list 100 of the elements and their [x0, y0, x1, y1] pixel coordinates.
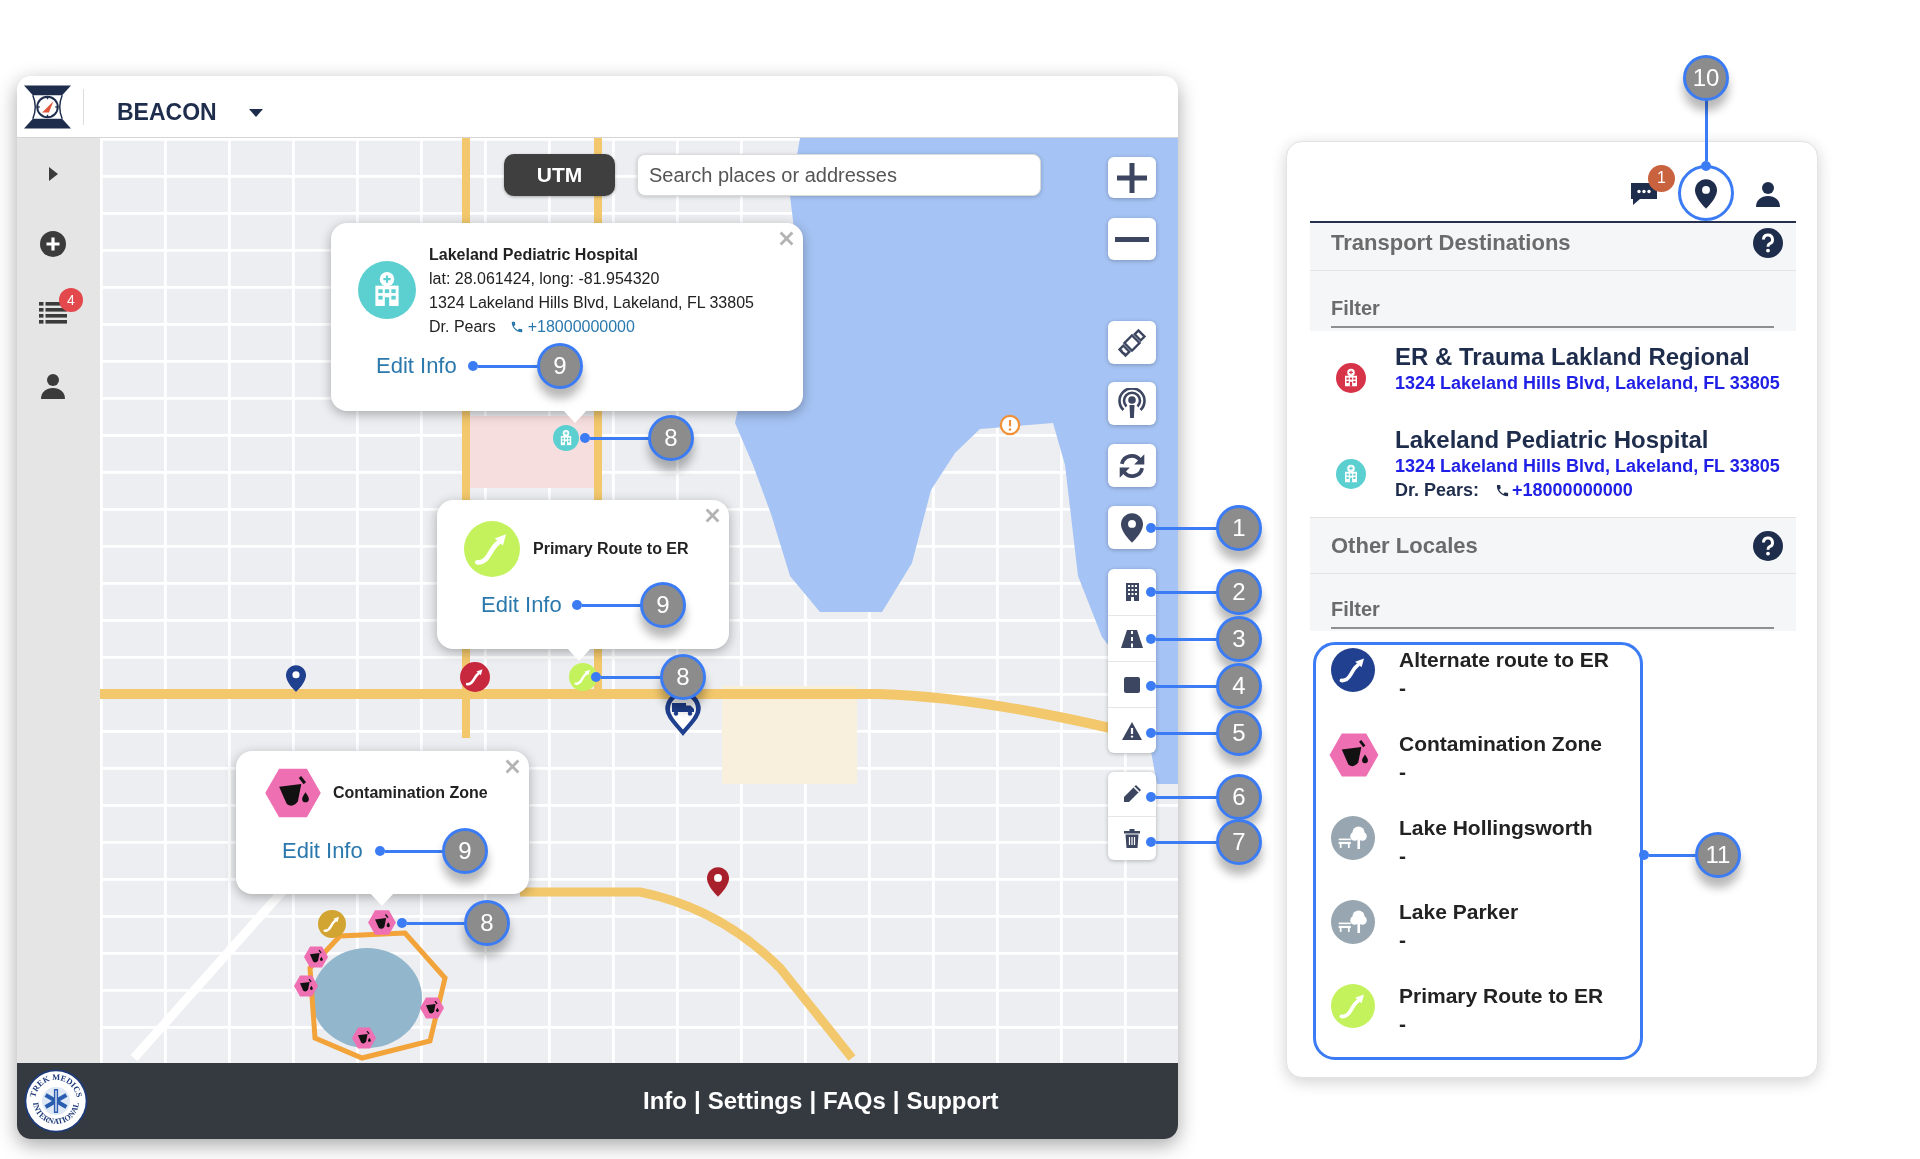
pin-marker-icon[interactable] — [286, 665, 306, 692]
locale-detail: - — [1399, 675, 1407, 701]
address-link[interactable]: 1324 Lakeland Hills Blvd, Lakeland, FL 33805 — [1395, 372, 1780, 394]
user-icon[interactable] — [1756, 180, 1780, 207]
locale-name: Alternate route to ER — [1399, 647, 1610, 673]
pin-marker-icon[interactable] — [707, 867, 729, 897]
phone-link[interactable]: +18000000000 — [1495, 476, 1633, 504]
beaker-marker-icon[interactable] — [294, 975, 318, 997]
locale-detail: - — [1399, 1011, 1407, 1037]
building-icon — [1125, 583, 1139, 601]
broadcast-icon — [1118, 387, 1146, 420]
callout-number: 6 — [1216, 774, 1262, 820]
separator-text: | — [694, 1086, 701, 1116]
leader-line — [580, 433, 650, 443]
locale-name: Lake Hollingsworth — [1399, 815, 1593, 841]
filter-field[interactable]: Filter — [1310, 271, 1796, 331]
count-badge: 4 — [59, 288, 83, 312]
leader-line — [1146, 523, 1218, 533]
address-text: 1324 Lakeland Hills Blvd, Lakeland, FL 33805 — [429, 293, 754, 313]
phone-icon — [509, 320, 524, 334]
phone-link[interactable]: +18000000000 — [509, 315, 635, 339]
location-button[interactable] — [1108, 506, 1156, 549]
zoom-in-button[interactable] — [1108, 157, 1156, 198]
callout-number: 4 — [1216, 663, 1262, 709]
caret-down-icon[interactable] — [248, 108, 263, 117]
locale-detail: - — [1399, 759, 1407, 785]
trash-icon — [1124, 829, 1140, 848]
beaker-marker-icon[interactable] — [352, 1027, 376, 1049]
refresh-button[interactable] — [1108, 444, 1156, 487]
satellite-icon — [1117, 327, 1147, 358]
caret-right-icon[interactable] — [48, 167, 58, 181]
square-icon — [1124, 676, 1140, 693]
count-badge: 1 — [1648, 164, 1675, 192]
compass-logo — [24, 84, 71, 129]
route-marker-icon[interactable] — [318, 910, 346, 938]
footer-link[interactable]: Settings — [707, 1083, 803, 1119]
contact-name: Dr. Pears — [429, 317, 496, 337]
route-marker-icon[interactable] — [569, 663, 597, 691]
beaker-marker-icon[interactable] — [420, 997, 444, 1019]
chat-icon[interactable] — [1630, 181, 1658, 206]
beaker-marker-icon[interactable] — [304, 946, 328, 968]
callout-number: 3 — [1216, 616, 1262, 662]
locale-name: Primary Route to ER — [1399, 983, 1604, 1009]
destination-name: ER & Trauma Lakland Regional — [1395, 342, 1751, 372]
alert-marker-icon[interactable] — [999, 414, 1021, 436]
leader-line — [468, 361, 539, 371]
pin-icon[interactable] — [1695, 178, 1717, 209]
filter-field[interactable]: Filter — [1310, 574, 1796, 631]
app-title: BEACON — [117, 98, 217, 128]
plus-icon — [1116, 161, 1148, 194]
address-link[interactable]: 1324 Lakeland Hills Blvd, Lakeland, FL 33805 — [1395, 455, 1780, 477]
footer-link[interactable]: FAQs — [823, 1083, 886, 1119]
search-field[interactable]: Search places or addresses — [637, 154, 1041, 196]
edit-info-link[interactable]: Edit Info — [481, 591, 562, 619]
utm-button[interactable]: UTM — [504, 154, 615, 196]
footer-link[interactable]: Info — [643, 1083, 687, 1119]
beaker-marker-icon[interactable] — [368, 910, 396, 935]
pin-icon — [1121, 512, 1143, 543]
broadcast-button[interactable] — [1108, 382, 1156, 425]
callout-number: 2 — [1216, 569, 1262, 615]
popup-title: Primary Route to ER — [533, 539, 689, 559]
callout-number: 10 — [1683, 55, 1729, 101]
hospital-marker-icon[interactable] — [553, 425, 579, 451]
locale-name: Contamination Zone — [1399, 731, 1602, 757]
filter-input[interactable]: Filter — [1331, 291, 1774, 328]
help-icon[interactable] — [1753, 530, 1783, 561]
leader-line — [1146, 792, 1218, 802]
pencil-icon — [1122, 784, 1142, 804]
contact-name: Dr. Pears: — [1395, 478, 1480, 502]
warning-icon — [1122, 721, 1142, 740]
locale-detail: - — [1399, 843, 1407, 869]
section-title: Other Locales — [1331, 532, 1478, 560]
phone-icon — [1495, 482, 1511, 498]
leader-line — [1146, 681, 1218, 691]
coordinates-text: lat: 28.061424, long: -81.954320 — [429, 269, 661, 289]
locale-detail: - — [1399, 927, 1407, 953]
leader-line — [1701, 99, 1711, 171]
section-title: Transport Destinations — [1331, 229, 1571, 257]
leader-line — [591, 672, 662, 682]
leader-line — [1146, 728, 1218, 738]
user-icon[interactable] — [41, 373, 65, 399]
road-icon — [1121, 629, 1143, 648]
add-icon[interactable] — [40, 231, 66, 257]
callout-number: 7 — [1216, 819, 1262, 865]
leader-line — [1146, 837, 1218, 847]
leader-line — [1146, 587, 1218, 597]
leader-line — [397, 918, 466, 928]
locale-name: Lake Parker — [1399, 899, 1519, 925]
edit-info-link[interactable]: Edit Info — [376, 352, 457, 380]
satellite-button[interactable] — [1108, 321, 1156, 364]
leader-line — [572, 600, 642, 610]
route-marker-icon[interactable] — [460, 662, 490, 692]
callout-number: 5 — [1216, 710, 1262, 756]
footer-link[interactable]: Support — [906, 1083, 999, 1119]
leader-line — [375, 846, 444, 856]
filter-input[interactable]: Filter — [1331, 592, 1774, 629]
help-icon[interactable] — [1753, 227, 1783, 258]
edit-info-link[interactable]: Edit Info — [282, 837, 363, 865]
list-icon[interactable] — [39, 302, 67, 324]
zoom-out-button[interactable] — [1108, 218, 1156, 260]
